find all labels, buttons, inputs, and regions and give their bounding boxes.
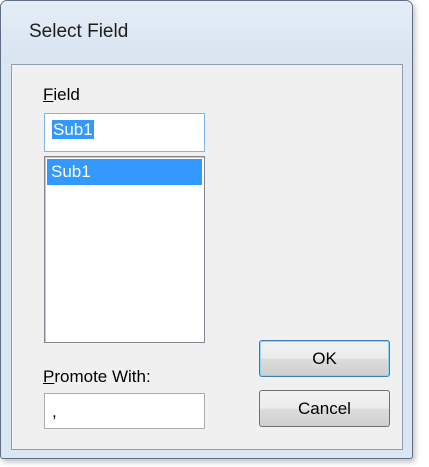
field-listbox[interactable]: Sub1 bbox=[44, 156, 205, 343]
list-item[interactable]: Sub1 bbox=[47, 159, 202, 185]
promote-with-input[interactable]: , bbox=[44, 393, 205, 429]
title-bar[interactable]: Select Field bbox=[1, 1, 412, 63]
dialog-title: Select Field bbox=[29, 21, 129, 42]
select-field-dialog: Select Field Field Sub1 Sub1 Promote Wit… bbox=[0, 0, 413, 459]
field-label-mnemonic: F bbox=[43, 85, 54, 104]
cancel-button[interactable]: Cancel bbox=[259, 390, 390, 427]
field-input-value: Sub1 bbox=[52, 120, 94, 139]
field-label: Field bbox=[43, 85, 80, 105]
dialog-body: Field Sub1 Sub1 Promote With: , OK Cance… bbox=[11, 64, 403, 450]
promote-label-mnemonic: P bbox=[43, 367, 55, 386]
field-label-text: ield bbox=[53, 85, 80, 104]
field-input[interactable]: Sub1 bbox=[44, 113, 205, 152]
promote-label-text: romote With: bbox=[54, 367, 151, 386]
promote-with-label: Promote With: bbox=[43, 367, 151, 387]
ok-button[interactable]: OK bbox=[259, 340, 390, 377]
